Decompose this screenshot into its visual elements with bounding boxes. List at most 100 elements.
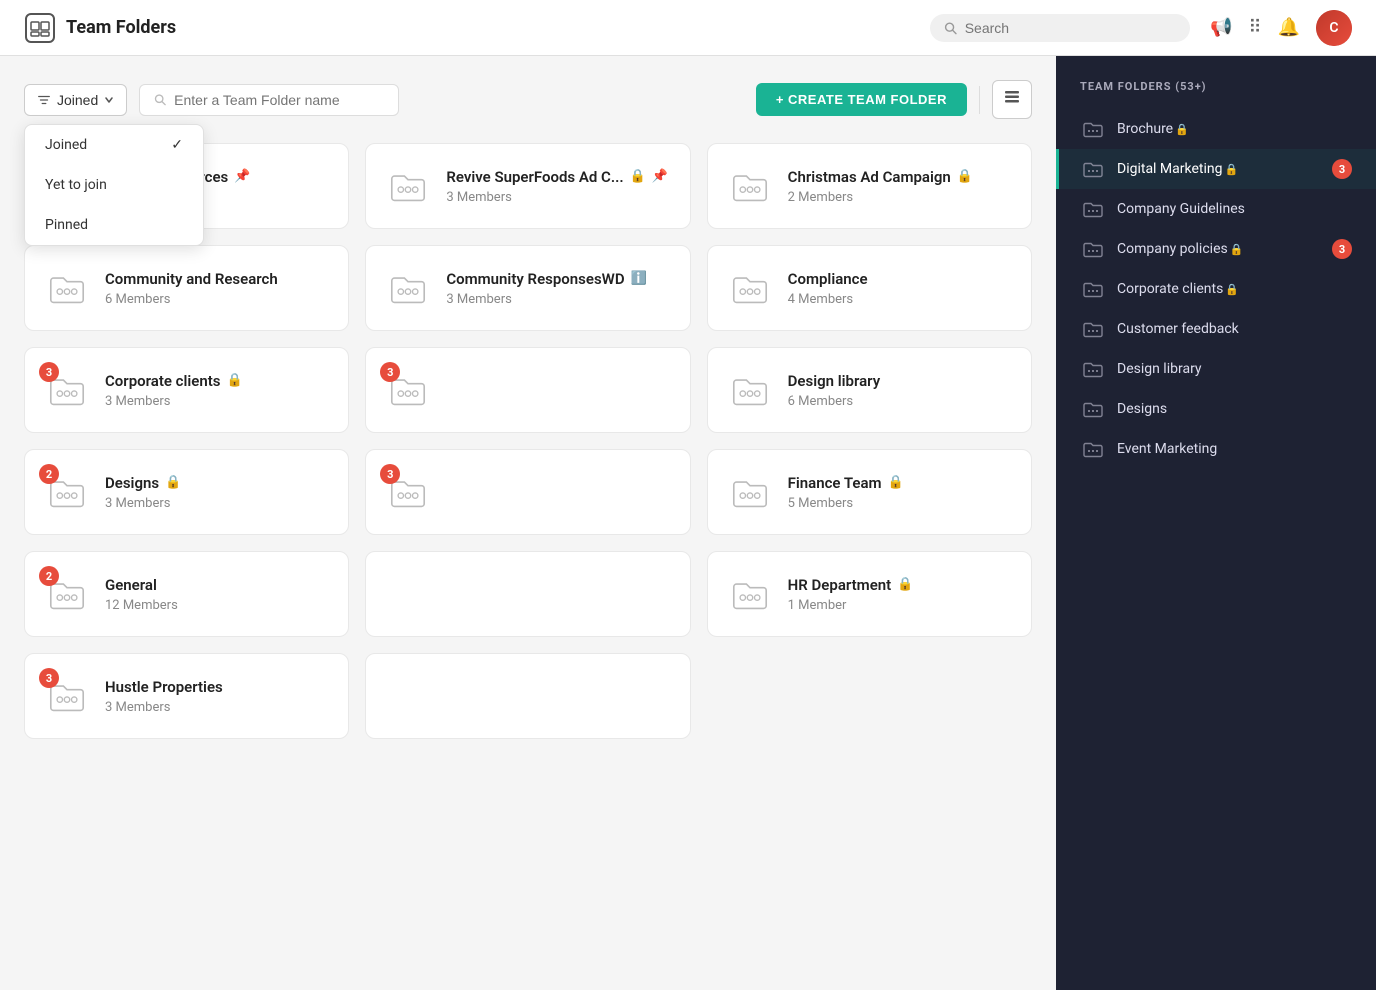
team-folder-card[interactable]: Design library 6 Members <box>707 347 1032 433</box>
team-folder-card[interactable]: 2 Designs🔒 3 Members <box>24 449 349 535</box>
panel-badge: 3 <box>1332 239 1352 259</box>
toolbar: Joined Joined ✓ Yet to join Pinned <box>24 80 1032 119</box>
panel-badge: 3 <box>1332 159 1352 179</box>
card-title: Finance Team🔒 <box>788 474 1011 492</box>
panel-lock-icon: 🔒 <box>1225 283 1239 296</box>
panel-folder-icon <box>1083 199 1103 219</box>
team-folder-card[interactable]: Community ResponsesWDℹ️ 3 Members <box>365 245 690 331</box>
team-folder-card[interactable]: 3 <box>365 347 690 433</box>
dropdown-item-joined[interactable]: Joined ✓ <box>25 125 203 165</box>
card-badge: 2 <box>39 566 59 586</box>
team-folder-card[interactable]: Compliance 4 Members <box>707 245 1032 331</box>
right-panel: TEAM FOLDERS (53+) Brochure🔒 Digital Mar… <box>1056 56 1376 990</box>
panel-folder-icon <box>1083 319 1103 339</box>
header-actions: 📢 ⠿ 🔔 C <box>1210 10 1352 46</box>
panel-lock-icon: 🔒 <box>1224 163 1238 176</box>
team-folder-card[interactable]: HR Department🔒 1 Member <box>707 551 1032 637</box>
user-avatar[interactable]: C <box>1316 10 1352 46</box>
team-folder-card[interactable]: 3 Hustle Properties 3 Members <box>24 653 349 739</box>
card-folder-icon: 2 <box>45 470 89 514</box>
card-info: Design library 6 Members <box>788 372 1011 409</box>
card-info: Community ResponsesWDℹ️ 3 Members <box>446 270 669 307</box>
card-members: 3 Members <box>446 292 669 307</box>
dropdown-label-yet-to-join: Yet to join <box>45 177 107 193</box>
team-folder-card[interactable] <box>365 653 690 739</box>
view-toggle-button[interactable] <box>992 80 1032 119</box>
divider <box>979 86 980 114</box>
panel-items-list: Brochure🔒 Digital Marketing🔒 3 Company G… <box>1056 109 1376 469</box>
panel-folder-item[interactable]: Company Guidelines <box>1056 189 1376 229</box>
panel-folder-item[interactable]: Company policies🔒 3 <box>1056 229 1376 269</box>
panel-folder-item[interactable]: Design library <box>1056 349 1376 389</box>
card-members: 3 Members <box>105 700 328 715</box>
lock-icon: 🔒 <box>165 475 181 490</box>
folder-search-input[interactable] <box>174 92 384 108</box>
card-title: Hustle Properties <box>105 678 328 696</box>
panel-folder-item[interactable]: Designs <box>1056 389 1376 429</box>
panel-item-label: Design library <box>1117 361 1352 377</box>
card-title: Revive SuperFoods Ad C...🔒📌 <box>446 168 669 186</box>
panel-folder-item[interactable]: Brochure🔒 <box>1056 109 1376 149</box>
card-members: 2 Members <box>788 190 1011 205</box>
card-info: Designs🔒 3 Members <box>105 474 328 511</box>
team-folder-card[interactable]: Christmas Ad Campaign🔒 2 Members <box>707 143 1032 229</box>
team-folder-card[interactable]: Finance Team🔒 5 Members <box>707 449 1032 535</box>
team-folder-card[interactable]: 2 General 12 Members <box>24 551 349 637</box>
header: Team Folders 📢 ⠿ 🔔 C <box>0 0 1376 56</box>
card-folder-icon <box>728 470 772 514</box>
folder-search[interactable] <box>139 84 399 116</box>
dropdown-item-pinned[interactable]: Pinned <box>25 205 203 245</box>
panel-folder-icon <box>1083 439 1103 459</box>
panel-item-label: Event Marketing <box>1117 441 1352 457</box>
card-badge: 2 <box>39 464 59 484</box>
create-team-folder-button[interactable]: + CREATE TEAM FOLDER <box>756 83 967 116</box>
card-folder-icon: 3 <box>45 368 89 412</box>
panel-folder-item[interactable]: Customer feedback <box>1056 309 1376 349</box>
app-logo: Team Folders <box>24 12 176 44</box>
card-folder-icon <box>386 164 430 208</box>
card-info: Revive SuperFoods Ad C...🔒📌 3 Members <box>446 168 669 205</box>
chevron-down-icon <box>104 95 114 105</box>
team-folder-card[interactable]: 3 <box>365 449 690 535</box>
app-title: Team Folders <box>66 17 176 38</box>
card-members: 3 Members <box>105 496 328 511</box>
panel-folder-item[interactable]: Corporate clients🔒 <box>1056 269 1376 309</box>
card-folder-icon: 3 <box>386 368 430 412</box>
panel-folder-item[interactable]: Digital Marketing🔒 3 <box>1056 149 1376 189</box>
team-folder-card[interactable]: Community and Research 6 Members <box>24 245 349 331</box>
card-title: Designs🔒 <box>105 474 328 492</box>
info-icon: ℹ️ <box>631 271 647 286</box>
team-folder-card[interactable] <box>365 551 690 637</box>
bell-icon[interactable]: 🔔 <box>1278 17 1300 38</box>
panel-item-label: Company Guidelines <box>1117 201 1352 217</box>
team-folder-card[interactable]: Revive SuperFoods Ad C...🔒📌 3 Members <box>365 143 690 229</box>
card-info <box>446 388 669 392</box>
check-icon: ✓ <box>171 137 183 153</box>
lock-icon: 🔒 <box>888 475 904 490</box>
panel-folder-icon <box>1083 399 1103 419</box>
card-info: Finance Team🔒 5 Members <box>788 474 1011 511</box>
lock-icon: 🔒 <box>897 577 913 592</box>
filter-icon <box>37 93 51 107</box>
global-search[interactable] <box>930 14 1190 42</box>
card-folder-icon <box>45 266 89 310</box>
card-members: 6 Members <box>105 292 328 307</box>
card-info: Hustle Properties 3 Members <box>105 678 328 715</box>
card-info: Corporate clients🔒 3 Members <box>105 372 328 409</box>
dropdown-item-yet-to-join[interactable]: Yet to join <box>25 165 203 205</box>
filter-button[interactable]: Joined <box>24 84 127 116</box>
filter-dropdown: Joined ✓ Yet to join Pinned <box>24 124 204 246</box>
megaphone-icon[interactable]: 📢 <box>1210 17 1232 38</box>
card-folder-icon <box>728 164 772 208</box>
panel-item-label: Company policies🔒 <box>1117 241 1318 257</box>
lock-icon: 🔒 <box>957 169 973 184</box>
main-layout: Joined Joined ✓ Yet to join Pinned <box>0 56 1376 990</box>
grid-icon[interactable]: ⠿ <box>1248 17 1261 38</box>
card-folder-icon: 3 <box>45 674 89 718</box>
team-folder-card[interactable]: 3 Corporate clients🔒 3 Members <box>24 347 349 433</box>
pin-icon: 📌 <box>652 169 668 184</box>
global-search-input[interactable] <box>965 20 1176 36</box>
lock-icon: 🔒 <box>630 169 646 184</box>
panel-folder-item[interactable]: Event Marketing <box>1056 429 1376 469</box>
toolbar-right: + CREATE TEAM FOLDER <box>756 80 1032 119</box>
